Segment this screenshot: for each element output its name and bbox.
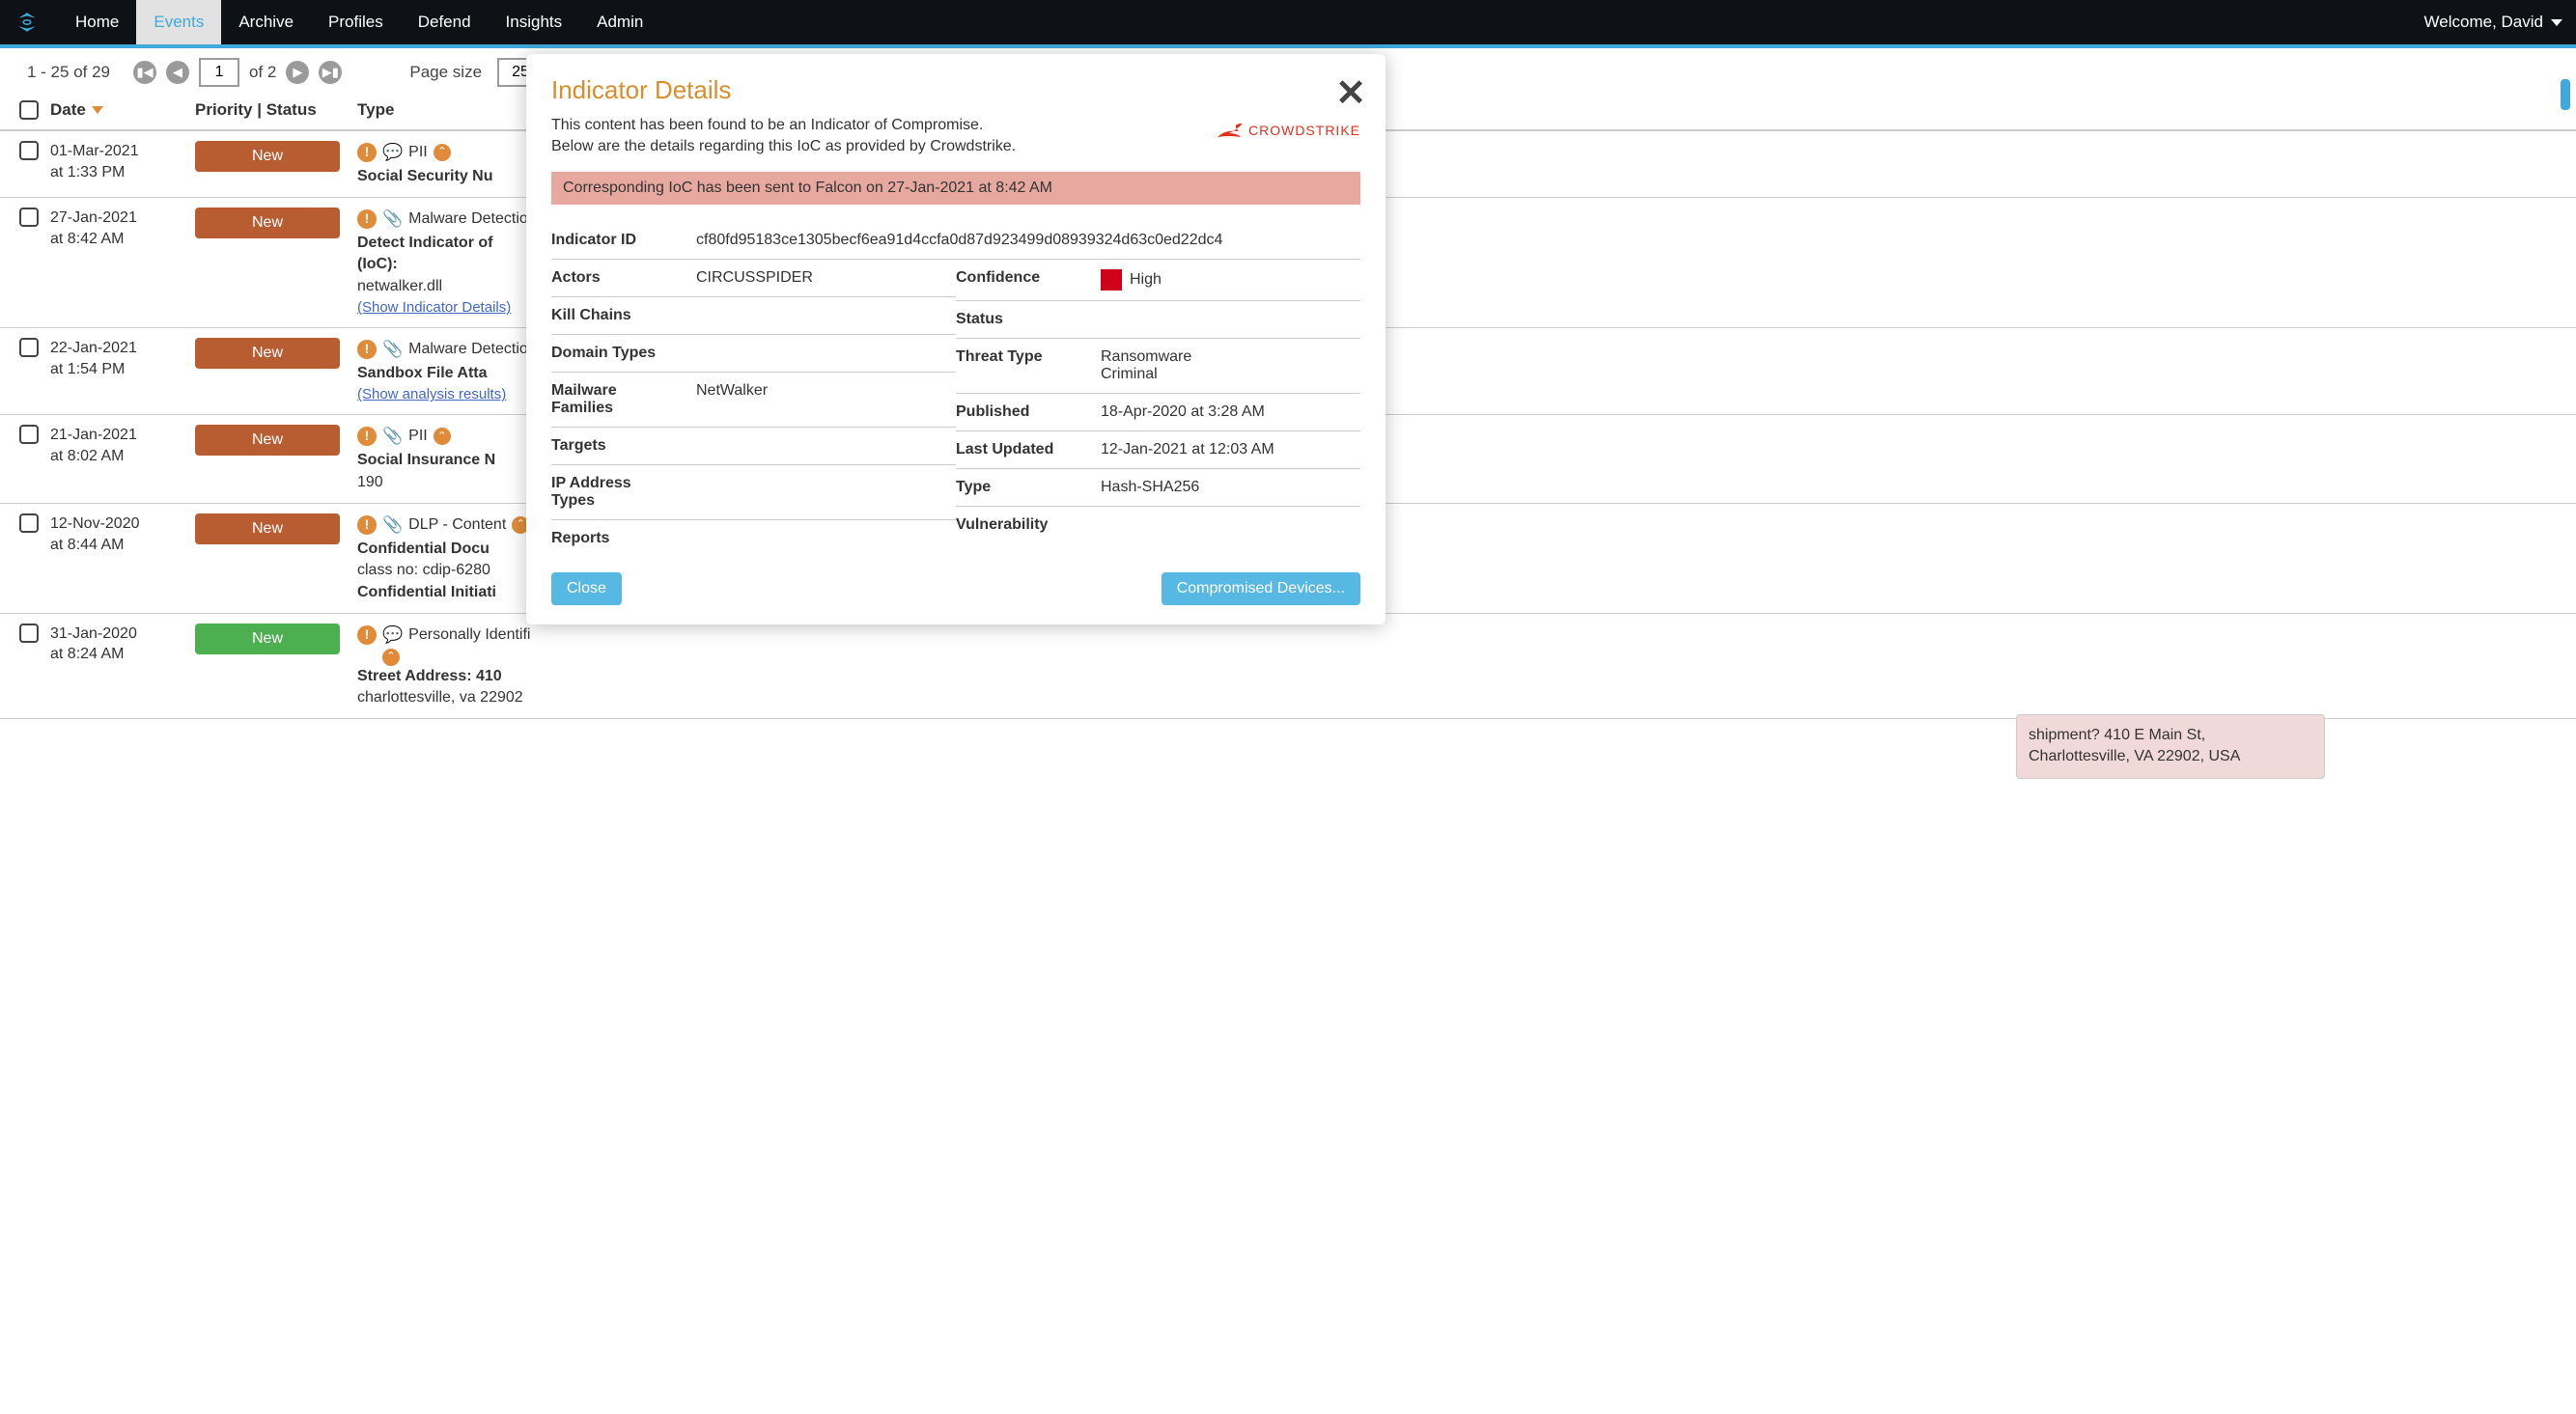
row-domain-types: Domain Types	[551, 335, 956, 373]
row-indicator-id: Indicator ID cf80fd95183ce1305becf6ea91d…	[551, 222, 1360, 260]
caret-down-icon	[2551, 19, 2562, 26]
right-edge-button[interactable]	[2561, 79, 2570, 110]
date-cell: 22-Jan-2021at 1:54 PM	[50, 338, 137, 379]
type-label: PII	[408, 426, 428, 447]
row-ip-types: IP Address Types	[551, 465, 956, 520]
date-cell: 01-Mar-2021at 1:33 PM	[50, 141, 139, 182]
falcon-sent-banner: Corresponding IoC has been sent to Falco…	[551, 172, 1360, 205]
paperclip-icon: 📎	[382, 425, 403, 448]
type-label: Malware Detectio	[408, 208, 528, 230]
type-label: DLP - Content	[408, 514, 506, 536]
warning-icon: !	[357, 515, 377, 535]
select-all-checkbox[interactable]	[19, 100, 39, 120]
row-checkbox[interactable]	[19, 141, 39, 160]
warning-icon: !	[357, 340, 377, 359]
compromised-devices-button[interactable]: Compromised Devices...	[1162, 572, 1360, 605]
nav-insights[interactable]: Insights	[489, 0, 580, 44]
chevron-up-icon[interactable]: ⌃	[434, 428, 451, 445]
nav-defend[interactable]: Defend	[401, 0, 489, 44]
page-size-label: Page size	[409, 63, 482, 82]
paperclip-icon: 📎	[382, 338, 403, 361]
row-actors: Actors CIRCUSSPIDER	[551, 260, 956, 297]
type-label: Personally Identifi	[408, 624, 530, 646]
nav-events[interactable]: Events	[136, 0, 221, 44]
prev-page-button[interactable]: ◀	[166, 61, 189, 84]
row-status: Status	[956, 301, 1360, 339]
first-page-button[interactable]: ▮◀	[133, 61, 156, 84]
warning-icon: !	[357, 209, 377, 229]
row-checkbox[interactable]	[19, 208, 39, 227]
paperclip-icon: 📎	[382, 208, 403, 231]
status-badge[interactable]: New	[195, 338, 340, 369]
status-badge[interactable]: New	[195, 141, 340, 172]
row-checkbox[interactable]	[19, 425, 39, 444]
chat-icon: 💬	[382, 141, 403, 164]
row-type: Type Hash-SHA256	[956, 469, 1360, 507]
row-confidence: Confidence High	[956, 260, 1360, 301]
user-menu[interactable]: Welcome, David	[2424, 13, 2562, 32]
row-malware-families: Mailware Families NetWalker	[551, 373, 956, 428]
date-cell: 21-Jan-2021at 8:02 AM	[50, 425, 137, 466]
row-vulnerability: Vulnerability	[956, 507, 1360, 543]
table-row[interactable]: 31-Jan-2020at 8:24 AM New!💬Personally Ide…	[0, 614, 2576, 720]
status-badge[interactable]: New	[195, 208, 340, 238]
status-badge[interactable]: New	[195, 513, 340, 544]
warning-icon: !	[357, 143, 377, 162]
type-label: Malware Detectio	[408, 339, 528, 360]
col-date-header[interactable]: Date	[50, 100, 195, 120]
crowdstrike-logo: CROWDSTRIKE	[1216, 120, 1360, 141]
row-title: Street Address: 410	[357, 666, 2557, 687]
of-pages-text: of 2	[249, 63, 276, 82]
chat-icon: 💬	[382, 624, 403, 647]
indicator-id-value: cf80fd95183ce1305becf6ea91d4ccfa0d87d923…	[696, 232, 1222, 249]
range-text: 1 - 25 of 29	[27, 63, 110, 82]
nav-profiles[interactable]: Profiles	[311, 0, 401, 44]
chevron-up-icon[interactable]: ⌃	[382, 649, 400, 666]
row-kill-chains: Kill Chains	[551, 297, 956, 335]
warning-icon: !	[357, 625, 377, 645]
nav-admin[interactable]: Admin	[579, 0, 660, 44]
close-icon[interactable]: ✕	[1335, 71, 1366, 115]
status-badge[interactable]: New	[195, 425, 340, 456]
modal-title: Indicator Details	[551, 75, 1360, 105]
row-checkbox[interactable]	[19, 624, 39, 643]
app-logo-icon	[14, 9, 41, 36]
chevron-up-icon[interactable]: ⌃	[434, 144, 451, 161]
sort-desc-icon	[92, 106, 103, 114]
row-checkbox[interactable]	[19, 513, 39, 533]
nav-home[interactable]: Home	[58, 0, 136, 44]
preview-snippet: shipment? 410 E Main St, Charlottesville…	[2016, 714, 2325, 779]
row-published: Published 18-Apr-2020 at 3:28 AM	[956, 394, 1360, 431]
row-checkbox[interactable]	[19, 338, 39, 357]
date-cell: 31-Jan-2020at 8:24 AM	[50, 624, 137, 665]
row-subtext: charlottesville, va 22902	[357, 687, 2557, 708]
type-label: PII	[408, 142, 428, 163]
paperclip-icon: 📎	[382, 513, 403, 537]
close-button[interactable]: Close	[551, 572, 622, 605]
welcome-text: Welcome, David	[2424, 13, 2543, 32]
date-cell: 27-Jan-2021at 8:42 AM	[50, 208, 137, 249]
confidence-swatch-icon	[1101, 269, 1122, 291]
status-badge[interactable]: New	[195, 624, 340, 654]
page-input[interactable]	[199, 58, 239, 87]
row-last-updated: Last Updated 12-Jan-2021 at 12:03 AM	[956, 431, 1360, 469]
date-cell: 12-Nov-2020at 8:44 AM	[50, 513, 140, 555]
next-page-button[interactable]: ▶	[286, 61, 309, 84]
warning-icon: !	[357, 427, 377, 446]
top-nav: Home Events Archive Profiles Defend Insi…	[0, 0, 2576, 48]
row-targets: Targets	[551, 428, 956, 465]
row-threat-type: Threat Type Ransomware Criminal	[956, 339, 1360, 394]
indicator-details-modal: ✕ Indicator Details CROWDSTRIKE This con…	[526, 54, 1386, 624]
nav-items: Home Events Archive Profiles Defend Insi…	[58, 0, 660, 44]
nav-archive[interactable]: Archive	[221, 0, 311, 44]
row-reports: Reports	[551, 520, 956, 557]
col-priority-header[interactable]: Priority | Status	[195, 100, 357, 120]
last-page-button[interactable]: ▶▮	[319, 61, 342, 84]
